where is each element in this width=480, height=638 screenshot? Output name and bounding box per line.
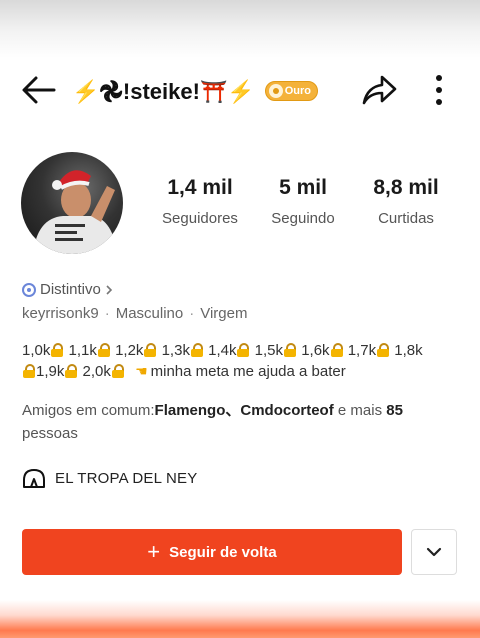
- milestone: 1,8k: [394, 342, 423, 359]
- milestone: 1,4k: [208, 342, 237, 359]
- distintivo-link[interactable]: Distintivo: [22, 281, 113, 298]
- milestone: 1,1k: [68, 342, 97, 359]
- profile-header: ⚡𖣘!steike!⛩️⚡ Ouro: [0, 58, 480, 122]
- mutual-names: Flamengo、Cmdocorteof: [154, 402, 334, 419]
- likes-count: 8,8 mil: [373, 176, 439, 199]
- group-link[interactable]: EL TROPA DEL NEY: [22, 467, 197, 489]
- follow-back-button[interactable]: + Seguir de volta: [22, 529, 402, 575]
- follow-back-label: Seguir de volta: [169, 543, 277, 561]
- bio: 1,0k 1,1k 1,2k 1,3k 1,4k 1,5k 1,6k 1,7k …: [22, 341, 462, 382]
- lock-icon: [284, 343, 297, 357]
- mutual-middle: e mais: [333, 402, 387, 419]
- lock-icon: [97, 343, 110, 357]
- milestone: 1,0k: [22, 342, 51, 359]
- avatar[interactable]: [21, 152, 123, 254]
- bio-text: minha meta me ajuda a bater: [150, 363, 346, 380]
- lock-icon: [377, 343, 390, 357]
- more-vertical-icon: [436, 75, 442, 105]
- milestone: 1,2k: [115, 342, 144, 359]
- profile-name: ⚡𖣘!steike!⛩️⚡: [72, 79, 255, 104]
- lock-icon: [23, 364, 35, 378]
- milestone: 1,9k: [36, 363, 65, 380]
- lock-icon: [190, 343, 203, 357]
- milestone: 1,5k: [254, 342, 284, 359]
- distintivo-label: Distintivo: [40, 281, 101, 298]
- mutual-count: 85: [386, 402, 403, 419]
- followers-label: Seguidores: [162, 210, 238, 227]
- following-stat[interactable]: 5 mil Seguindo: [253, 176, 353, 227]
- more-options-button[interactable]: [426, 72, 452, 108]
- medal-icon: [268, 84, 283, 98]
- avatar-photo: [33, 170, 117, 254]
- back-button[interactable]: [18, 72, 58, 108]
- stats-row: 1,4 mil Seguidores 5 mil Seguindo 8,8 mi…: [150, 176, 460, 236]
- plus-icon: +: [147, 539, 161, 564]
- lock-icon: [51, 343, 64, 357]
- followers-count: 1,4 mil: [167, 176, 233, 199]
- milestone: 1,7k: [347, 342, 377, 359]
- badge-label: Ouro: [284, 85, 312, 97]
- milestone: 1,6k: [301, 342, 330, 359]
- group-tent-icon: [23, 469, 45, 488]
- following-label: Seguindo: [271, 210, 335, 227]
- group-name: EL TROPA DEL NEY: [55, 469, 198, 487]
- mutual-friends[interactable]: Amigos em comum:Flamengo、Cmdocorteof e m…: [22, 399, 462, 445]
- distintivo-icon: [22, 282, 36, 297]
- lock-icon: [65, 364, 78, 378]
- lock-icon: [330, 343, 343, 357]
- milestone: 2,0k: [82, 363, 111, 380]
- separator-dot: ·: [104, 305, 110, 322]
- username: keyrrisonk9: [22, 305, 99, 322]
- likes-label: Curtidas: [378, 210, 434, 227]
- profile-meta: keyrrisonk9 · Masculino · Virgem: [22, 305, 247, 322]
- following-count: 5 mil: [279, 176, 327, 199]
- suggestions-dropdown-button[interactable]: [411, 529, 457, 575]
- mutual-prefix: Amigos em comum:: [22, 402, 155, 419]
- lock-icon: [111, 364, 124, 378]
- separator-dot: ·: [189, 305, 195, 322]
- chevron-right-icon: [106, 284, 112, 295]
- likes-stat[interactable]: 8,8 mil Curtidas: [356, 176, 456, 227]
- top-status-area: [0, 0, 480, 58]
- pointing-hand-icon: ☚: [135, 363, 148, 379]
- ouro-badge[interactable]: Ouro: [264, 81, 319, 101]
- share-arrow-icon: [362, 75, 397, 105]
- lock-icon: [144, 343, 157, 357]
- lock-icon: [237, 343, 250, 357]
- milestone: 1,3k: [161, 342, 190, 359]
- mutual-suffix: pessoas: [22, 425, 78, 442]
- gender: Masculino: [115, 305, 184, 322]
- back-arrow-icon: [22, 76, 56, 104]
- followers-stat[interactable]: 1,4 mil Seguidores: [150, 176, 250, 227]
- chevron-down-icon: [426, 547, 442, 557]
- bottom-edge: [0, 600, 480, 638]
- profile-title: ⚡𖣘!steike!⛩️⚡ Ouro: [72, 74, 319, 108]
- share-button[interactable]: [360, 72, 398, 108]
- zodiac-sign: Virgem: [200, 305, 248, 322]
